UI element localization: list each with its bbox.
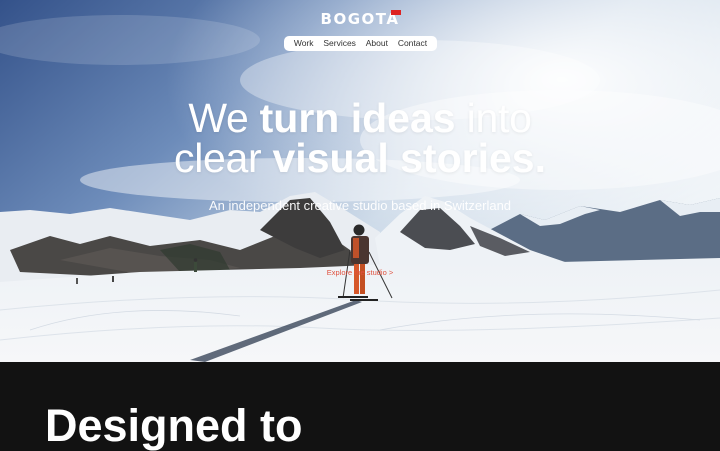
explore-studio-link[interactable]: Explore the studio > [0,268,720,277]
headline-emphasis: visual stories. [272,135,546,181]
section-title: Designed to [45,400,303,451]
nav-item-services[interactable]: Services [323,36,356,51]
nav-item-about[interactable]: About [366,36,388,51]
hero-headline: We turn ideas into clear visual stories. [0,98,720,181]
nav-item-contact[interactable]: Contact [398,36,427,51]
brand-logo[interactable]: BOGOTA [0,10,720,29]
hero-section: BOGOTA Work Services About Contact We tu… [0,0,720,362]
main-nav: Work Services About Contact [284,36,437,51]
nav-item-work[interactable]: Work [294,36,314,51]
hero-tagline: An independent creative studio based in … [208,198,512,213]
hero-background-image [0,0,720,362]
logo-flag-icon [391,10,402,15]
intro-section: Designed to [0,362,720,450]
logo-text: BOGOTA [320,10,400,28]
headline-part: clear [174,135,273,181]
